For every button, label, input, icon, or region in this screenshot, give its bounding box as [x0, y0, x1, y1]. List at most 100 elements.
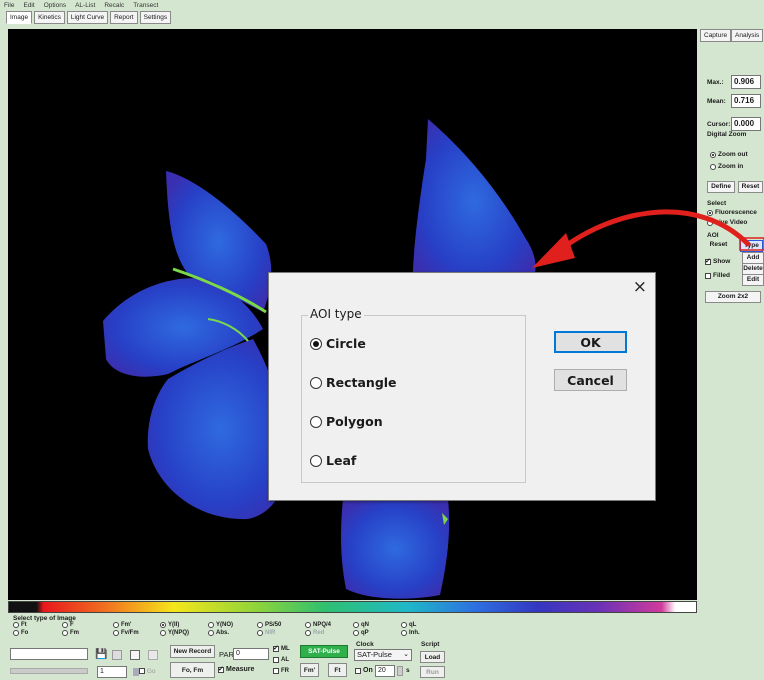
fr-label: FR — [281, 668, 289, 674]
image-type-qp[interactable]: qP — [353, 630, 369, 636]
radio-icon — [707, 209, 713, 216]
radio-icon — [13, 622, 19, 628]
image-type-npq4[interactable]: NPQ/4 — [305, 622, 331, 628]
image-type-red[interactable]: Red — [305, 630, 324, 636]
image-type-ynpq[interactable]: Y(NPQ) — [160, 630, 189, 636]
cursor-value-field: 0.000 — [731, 117, 761, 131]
image-type-ft[interactable]: Ft — [13, 622, 27, 628]
image-type-fo[interactable]: Fo — [13, 630, 28, 636]
show-label: Show — [713, 258, 731, 265]
menu-file[interactable]: File — [4, 2, 14, 9]
image-type-label: Inh. — [409, 630, 420, 636]
clock-label: Clock — [356, 641, 374, 648]
radio-icon — [310, 337, 322, 350]
sat-pulse-button[interactable]: SAT-Pulse — [300, 645, 348, 658]
image-type-ql[interactable]: qL — [401, 622, 416, 628]
par-input[interactable]: 0 — [233, 648, 269, 660]
image-type-label: Y(NPQ) — [168, 630, 189, 636]
radio-icon — [208, 630, 214, 636]
aoi-option-rectangle[interactable]: Rectangle — [310, 375, 397, 390]
image-type-label: Fm' — [121, 622, 132, 628]
tab-report[interactable]: Report — [110, 11, 138, 24]
measure-checkbox[interactable]: Measure — [218, 665, 254, 673]
image-type-fvfm[interactable]: Fv/Fm — [113, 630, 139, 636]
image-type-f[interactable]: F — [62, 622, 74, 628]
aoi-option-polygon[interactable]: Polygon — [310, 414, 383, 429]
ft-button[interactable]: Ft — [328, 663, 347, 677]
al-checkbox[interactable]: AL — [273, 657, 289, 663]
image-type-inh[interactable]: Inh. — [401, 630, 420, 636]
ml-checkbox[interactable]: ML — [273, 644, 290, 652]
script-run-button[interactable]: Run — [420, 666, 445, 678]
fluorescence-radio[interactable]: Fluorescence — [707, 209, 757, 216]
fo-fm-button[interactable]: Fo, Fm — [170, 662, 215, 678]
zoom-out-radio[interactable]: Zoom out — [710, 151, 748, 158]
image-type-label: Abs. — [216, 630, 230, 636]
tab-settings[interactable]: Settings — [139, 11, 172, 24]
menu-recalc[interactable]: Recalc — [104, 2, 124, 9]
checkbox-icon — [273, 668, 279, 674]
tab-analysis[interactable]: Analysis — [731, 29, 764, 42]
image-type-fm-prime[interactable]: Fm' — [113, 622, 131, 628]
document-icon[interactable] — [130, 650, 140, 660]
clock-select[interactable]: SAT-Pulse ⌄ — [354, 649, 412, 661]
radio-icon — [160, 630, 166, 636]
ok-button[interactable]: OK — [554, 331, 627, 353]
tab-kinetics[interactable]: Kinetics — [34, 11, 65, 24]
aoi-option-leaf[interactable]: Leaf — [310, 453, 356, 468]
file-icon[interactable] — [112, 650, 122, 660]
tab-image[interactable]: Image — [6, 11, 33, 24]
fm-prime-button[interactable]: Fm' — [300, 663, 319, 677]
image-type-label: F — [70, 622, 74, 628]
menu-options[interactable]: Options — [44, 2, 66, 9]
aoi-reset-button[interactable]: Reset — [704, 240, 733, 250]
radio-icon — [353, 630, 359, 636]
mean-value-field: 0.716 — [731, 94, 761, 108]
image-type-ps50[interactable]: PS/50 — [257, 622, 281, 628]
image-type-fm[interactable]: Fm — [62, 630, 79, 636]
tab-capture[interactable]: Capture — [700, 29, 732, 42]
define-button[interactable]: Define — [707, 181, 735, 193]
image-type-qn[interactable]: qN — [353, 622, 369, 628]
record-number-input[interactable]: 1 — [97, 666, 127, 678]
image-type-nir[interactable]: NIR — [257, 630, 275, 636]
max-label: Max.: — [707, 79, 724, 86]
menu-al-list[interactable]: AL-List — [75, 2, 95, 9]
go-label: Go — [146, 668, 156, 675]
reset-button[interactable]: Reset — [738, 181, 763, 193]
radio-icon — [401, 622, 407, 628]
image-type-yno[interactable]: Y(NO) — [208, 622, 233, 628]
go-checkbox[interactable]: Go — [139, 668, 155, 675]
tab-light-curve[interactable]: Light Curve — [66, 11, 109, 24]
save-icon[interactable]: 💾 — [95, 649, 107, 660]
zoom-in-radio[interactable]: Zoom in — [710, 163, 743, 170]
checkbox-icon — [705, 272, 711, 279]
clock-on-checkbox[interactable]: On — [355, 667, 373, 674]
fr-checkbox[interactable]: FR — [273, 668, 289, 674]
menu-edit[interactable]: Edit — [23, 2, 34, 9]
record-name-input[interactable] — [10, 648, 88, 660]
aoi-edit-button[interactable]: Edit — [742, 274, 764, 286]
new-record-button[interactable]: New Record — [170, 645, 215, 658]
script-load-button[interactable]: Load — [420, 651, 445, 663]
filled-checkbox[interactable]: Filled — [705, 272, 730, 279]
close-icon[interactable]: × — [633, 277, 647, 297]
aoi-option-circle[interactable]: Circle — [310, 336, 366, 351]
show-checkbox[interactable]: Show — [705, 257, 731, 265]
image-type-abs[interactable]: Abs. — [208, 630, 229, 636]
menu-transect[interactable]: Transect — [133, 2, 158, 9]
interval-spinner-icon[interactable] — [397, 666, 403, 676]
clock-interval-input[interactable]: 20 — [375, 665, 395, 677]
live-video-radio[interactable]: Live Video — [707, 219, 747, 226]
export-icon[interactable] — [148, 650, 158, 660]
image-type-label: Ft — [21, 622, 27, 628]
image-type-label: Fm — [70, 630, 79, 636]
image-type-yii[interactable]: Y(II) — [160, 622, 179, 628]
zoom-2x2-button[interactable]: Zoom 2x2 — [705, 291, 761, 303]
cancel-button[interactable]: Cancel — [554, 369, 627, 391]
aoi-type-button[interactable]: Type — [740, 240, 763, 252]
radio-icon — [257, 630, 263, 636]
aoi-label: AOI — [707, 232, 719, 239]
aoi-option-label: Polygon — [326, 414, 383, 429]
radio-icon — [62, 630, 68, 636]
